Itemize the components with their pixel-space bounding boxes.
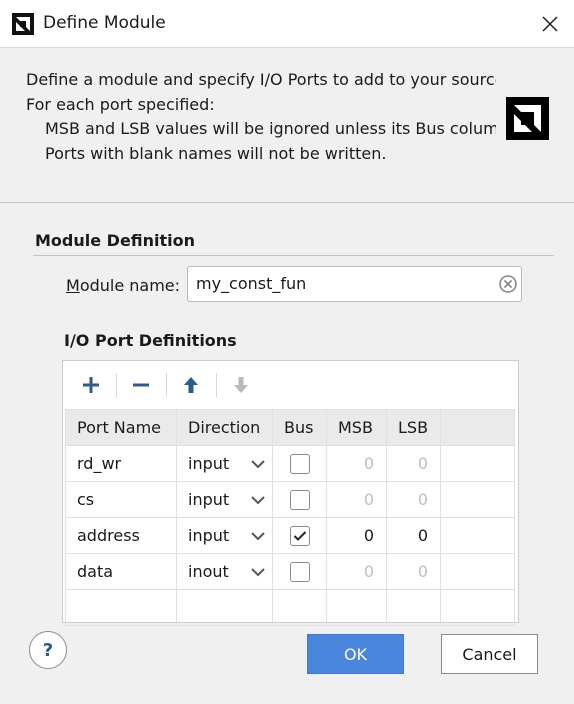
module-name-label: Module name: [66,276,180,295]
window-title: Define Module [43,13,166,33]
intro-line: MSB and LSB values will be ignored unles… [45,119,496,138]
move-up-button[interactable] [173,369,209,401]
port-toolbar [63,361,518,409]
lsb-cell[interactable]: 0 [386,517,441,554]
msb-cell[interactable]: 0 [326,481,387,518]
bus-checkbox-checked[interactable] [289,525,310,546]
intro-line: Ports with blank names will not be writt… [45,143,387,163]
checkmark-icon [293,530,306,541]
bus-cell [272,517,327,554]
column-header-lsb[interactable]: LSB [386,409,441,446]
amd-logo-icon [12,13,34,35]
column-header-port-name[interactable]: Port Name [65,409,177,446]
divider [0,202,574,203]
direction-dropdown[interactable]: input [176,517,273,554]
empty-cell [440,589,515,626]
bus-checkbox[interactable] [289,489,310,510]
empty-cell[interactable] [326,589,387,626]
msb-cell[interactable]: 0 [326,517,387,554]
direction-value: inout [188,562,229,581]
module-definition-title: Module Definition [35,231,196,250]
table-row: rd_wr input 0 0 [65,445,515,482]
io-port-definitions-title: I/O Port Definitions [64,331,237,350]
toolbar-separator [166,373,167,397]
column-header-msb[interactable]: MSB [326,409,387,446]
amd-logo-icon [506,97,549,140]
bus-cell [272,445,327,482]
arrow-up-icon [184,377,198,393]
module-name-label-text: odule name: [79,276,181,295]
chevron-down-icon [251,567,265,576]
chevron-down-icon [251,531,265,540]
toolbar-separator [216,373,217,397]
chevron-down-icon [251,495,265,504]
bus-cell [272,481,327,518]
direction-dropdown[interactable]: input [176,481,273,518]
bus-checkbox[interactable] [289,453,310,474]
column-header-bus[interactable]: Bus [272,409,327,446]
remove-port-button[interactable] [123,369,159,401]
plus-icon [83,377,99,393]
intro-line: Define a module and specify I/O Ports to… [26,70,496,89]
direction-value: input [188,490,230,509]
msb-cell[interactable]: 0 [326,445,387,482]
title-bar: Define Module [0,0,574,48]
port-name-cell[interactable]: cs [65,481,177,518]
cancel-button[interactable]: Cancel [441,634,538,674]
chevron-down-icon [251,459,265,468]
empty-cell [440,481,515,518]
table-row: address input 0 0 [65,517,515,554]
table-row: cs input 0 0 [65,481,515,518]
empty-cell[interactable] [386,589,441,626]
direction-dropdown[interactable]: inout [176,553,273,590]
lsb-cell[interactable]: 0 [386,553,441,590]
port-table: Port Name Direction Bus MSB LSB rd_wr in… [65,409,515,626]
port-name-cell[interactable]: address [65,517,177,554]
empty-cell[interactable] [65,589,177,626]
bus-checkbox[interactable] [289,561,310,582]
module-name-input[interactable]: my_const_fun [187,266,522,302]
empty-cell [440,445,515,482]
lsb-cell[interactable]: 0 [386,481,441,518]
minus-icon [133,383,149,387]
direction-value: input [188,526,230,545]
table-header-row: Port Name Direction Bus MSB LSB [65,409,515,446]
port-name-cell[interactable]: rd_wr [65,445,177,482]
toolbar-separator [116,373,117,397]
intro-line: For each port specified: [26,94,215,114]
lsb-cell[interactable]: 0 [386,445,441,482]
port-table-panel: Port Name Direction Bus MSB LSB rd_wr in… [62,360,519,626]
empty-cell[interactable] [176,589,273,626]
close-icon [542,16,558,32]
mnemonic-letter: M [66,276,80,295]
table-row-empty [65,589,515,626]
empty-cell [440,517,515,554]
direction-dropdown[interactable]: input [176,445,273,482]
direction-value: input [188,454,230,473]
column-header-empty [440,409,515,446]
add-port-button[interactable] [73,369,109,401]
empty-cell [440,553,515,590]
ok-button[interactable]: OK [307,634,404,674]
bus-cell [272,553,327,590]
table-row: data inout 0 0 [65,553,515,590]
column-header-direction[interactable]: Direction [176,409,273,446]
clear-icon[interactable] [498,274,518,294]
move-down-button[interactable] [223,369,259,401]
port-name-cell[interactable]: data [65,553,177,590]
help-button[interactable]: ? [29,631,67,669]
arrow-down-icon [234,377,248,393]
msb-cell[interactable]: 0 [326,553,387,590]
close-button[interactable] [526,0,574,48]
intro-text: Define a module and specify I/O Ports to… [26,68,496,178]
empty-cell[interactable] [272,589,327,626]
divider [33,255,554,256]
